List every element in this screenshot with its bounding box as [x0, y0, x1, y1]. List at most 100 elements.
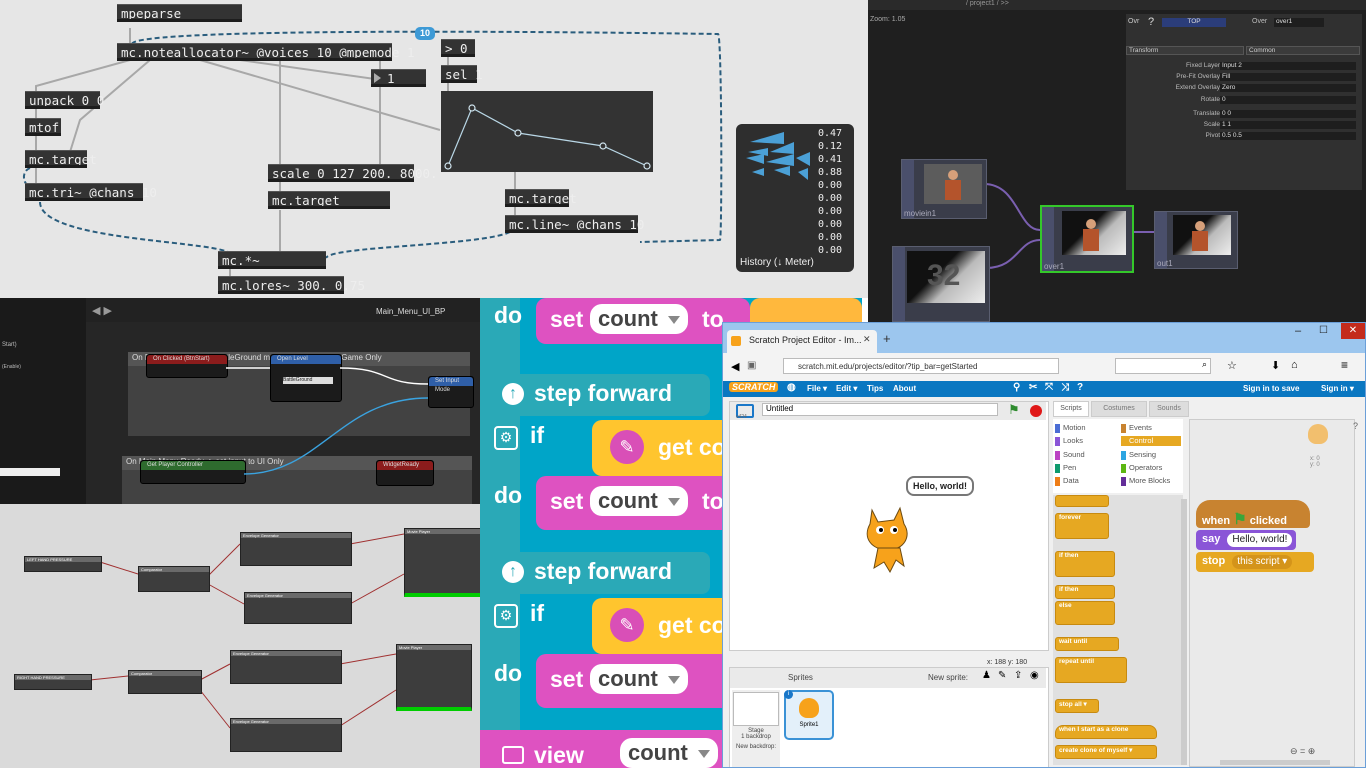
mc-line-object[interactable]: mc.line~ @chans 10 [505, 215, 644, 233]
category-operators[interactable]: Operators [1121, 463, 1162, 473]
palette-repeat-until-block[interactable]: repeat until [1055, 657, 1127, 683]
param-row[interactable]: Scale 1 1 [1126, 121, 1362, 131]
info-icon[interactable]: i [784, 690, 793, 699]
greater-than-object[interactable]: > 0 [441, 39, 475, 57]
address-bar[interactable]: scratch.mit.edu/projects/editor/?tip_bar… [783, 358, 1059, 374]
zoom-controls[interactable]: ⊖ = ⊕ [1290, 746, 1315, 757]
category-control[interactable]: Control [1121, 436, 1181, 446]
tab-transform[interactable]: Transform [1126, 46, 1244, 55]
upload-sprite-icon[interactable]: ⇪ [1014, 670, 1022, 681]
menu-icon[interactable]: ≡ [1341, 358, 1348, 372]
category-more-blocks[interactable]: More Blocks [1121, 476, 1170, 486]
palette-scrollbar[interactable] [1181, 499, 1187, 765]
help-icon[interactable]: ? [1148, 16, 1154, 28]
isadora-input-node[interactable]: LEFT HAND PRESSURE [24, 556, 102, 572]
param-value[interactable]: Zero [1220, 84, 1356, 92]
palette-wait-until-block[interactable]: wait until [1055, 637, 1119, 651]
maximize-icon[interactable]: ☐ [1319, 325, 1328, 336]
mtof-object[interactable]: mtof [25, 118, 61, 136]
help-icon[interactable]: ? [1077, 382, 1083, 393]
sel-object[interactable]: sel 1 [441, 65, 483, 83]
isadora-node[interactable]: Comparator [128, 670, 202, 694]
text-node[interactable]: 32 [892, 246, 990, 322]
script-area[interactable]: x: 0 y: 0 when ⚑ clicked say Hello, worl… [1189, 419, 1355, 767]
function-editor[interactable] [441, 91, 653, 172]
new-tab-icon[interactable]: + [883, 331, 891, 346]
shrink-icon[interactable]: ⤨ [1061, 382, 1069, 393]
param-row[interactable]: Pivot 0.5 0.5 [1126, 132, 1362, 142]
palette-when-clone-block[interactable]: when I start as a clone [1055, 725, 1157, 739]
tab-scripts[interactable]: Scripts [1053, 401, 1089, 417]
stop-block[interactable]: stop this script ▾ [1196, 552, 1314, 572]
param-value[interactable]: Input 2 [1220, 62, 1356, 70]
close-tab-icon[interactable]: ✕ [863, 334, 871, 345]
category-data[interactable]: Data [1055, 476, 1079, 486]
gear-icon[interactable]: ⚙ [494, 426, 518, 450]
param-row[interactable]: Pre-Fit Overlay Fill [1126, 73, 1362, 83]
menu-about[interactable]: About [893, 384, 916, 393]
palette-forever-block[interactable]: forever [1055, 513, 1109, 539]
say-block[interactable]: say Hello, world! [1196, 530, 1296, 550]
isadora-node[interactable]: Envelope Generator [230, 650, 342, 684]
over-node[interactable]: over1 [1040, 205, 1134, 273]
stop-dropdown[interactable]: this script ▾ [1232, 555, 1293, 569]
mc-multiply-object[interactable]: mc.*~ [218, 251, 326, 269]
palette-else-block[interactable]: else [1055, 601, 1115, 625]
minimize-icon[interactable]: – [1295, 325, 1301, 337]
unpack-object[interactable]: unpack 0 0 [25, 91, 104, 109]
download-icon[interactable]: ⬇ [1271, 359, 1280, 372]
param-value[interactable]: Fill [1220, 73, 1356, 81]
param-row[interactable]: Translate 0 0 [1126, 110, 1362, 120]
isadora-node[interactable]: Movie Player [404, 528, 482, 597]
isadora-node[interactable]: Envelope Generator [240, 532, 352, 566]
param-row[interactable]: Rotate 0 [1126, 96, 1362, 106]
mpeparse-object[interactable]: mpeparse [117, 4, 242, 22]
search-input[interactable]: ⌕ [1115, 358, 1211, 374]
palette-if-block[interactable]: if then [1055, 551, 1115, 577]
sprite1-thumbnail[interactable]: i Sprite1 [784, 690, 834, 740]
isadora-node[interactable]: Envelope Generator [244, 592, 352, 624]
param-value[interactable]: 0 [1220, 96, 1356, 104]
say-input[interactable]: Hello, world! [1227, 533, 1293, 547]
tab-common[interactable]: Common [1246, 46, 1360, 55]
green-flag-icon[interactable]: ⚑ [1008, 402, 1020, 418]
step-forward-block[interactable]: ↑ step forward [480, 374, 710, 416]
search-icon[interactable]: ⌕ [1202, 359, 1207, 370]
scale-object[interactable]: scale 0 127 200. 8000. [268, 164, 438, 182]
bookmark-star-icon[interactable]: ☆ [1227, 359, 1237, 372]
isadora-node[interactable]: Comparator [138, 566, 210, 592]
mc-target-object-2[interactable]: mc.target [268, 191, 390, 209]
home-page-icon[interactable]: ⌂ [1291, 359, 1298, 371]
help-icon[interactable]: ? [1353, 421, 1358, 431]
variable-dropdown[interactable]: count [590, 486, 688, 516]
param-value[interactable]: 1 1 [1220, 121, 1356, 129]
scratch-logo[interactable]: SCRATCH [729, 382, 779, 392]
category-looks[interactable]: Looks [1055, 436, 1083, 446]
palette-if-else-block[interactable]: if then [1055, 585, 1115, 599]
movie-in-node[interactable]: moviein1 [901, 159, 987, 219]
isadora-input-node[interactable]: RIGHT HAND PRESSURE [14, 674, 92, 690]
category-sensing[interactable]: Sensing [1121, 450, 1156, 460]
isadora-node[interactable]: Envelope Generator [230, 718, 342, 752]
variable-dropdown[interactable]: count [620, 738, 718, 768]
globe-icon[interactable]: ◍ [787, 382, 796, 393]
sign-in-menu[interactable]: Sign in ▾ [1321, 384, 1354, 393]
set-block[interactable]: set count to [536, 298, 750, 344]
palette-stop-block[interactable]: stop all ▾ [1055, 699, 1099, 713]
category-sound[interactable]: Sound [1055, 450, 1085, 460]
cat-sprite[interactable] [854, 502, 920, 576]
script-scrollbar[interactable] [1220, 760, 1330, 765]
param-row[interactable]: Fixed Layer Input 2 [1126, 62, 1362, 72]
camera-icon[interactable]: ◉ [1030, 670, 1039, 681]
cut-icon[interactable]: ✂ [1029, 382, 1037, 393]
category-pen[interactable]: Pen [1055, 463, 1076, 473]
category-events[interactable]: Events [1121, 423, 1152, 433]
param-row[interactable]: Extend Overlay Zero [1126, 84, 1362, 94]
project-title-input[interactable]: Untitled [762, 403, 998, 416]
grow-icon[interactable]: ⤧ [1045, 382, 1053, 393]
choose-sprite-icon[interactable]: ♟ [982, 670, 991, 681]
tab-costumes[interactable]: Costumes [1091, 401, 1147, 417]
isadora-node[interactable]: Movie Player [396, 644, 472, 711]
stage[interactable]: v424 Untitled ⚑ Hello, world! [729, 401, 1049, 651]
step-forward-block[interactable]: ↑ step forward [480, 552, 710, 594]
